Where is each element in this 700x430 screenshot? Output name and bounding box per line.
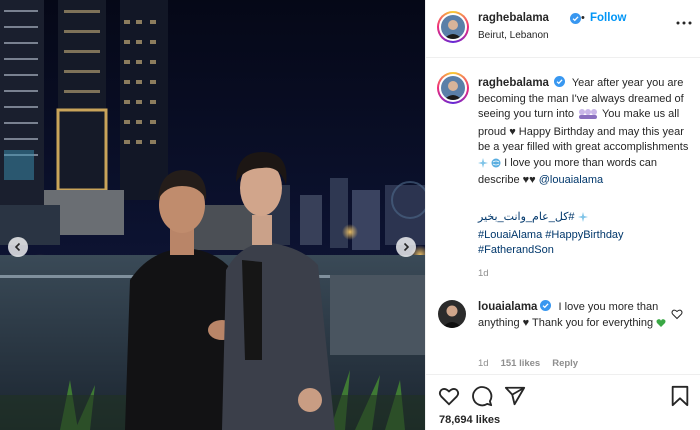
- like-count[interactable]: 78,694 likes: [439, 414, 500, 426]
- author-avatar[interactable]: [437, 11, 469, 43]
- globe-icon: [491, 158, 501, 174]
- black-heart-icon: ♥: [509, 125, 516, 138]
- chevron-left-icon: [14, 242, 21, 252]
- verified-badge-icon: [570, 13, 581, 24]
- caption-author-avatar[interactable]: [437, 72, 469, 104]
- header-separator: •: [581, 12, 585, 24]
- follow-button[interactable]: Follow: [590, 12, 626, 24]
- comment-text: louaialama I love you more than anything…: [478, 300, 668, 333]
- bookmark-icon[interactable]: [669, 385, 691, 407]
- author-username[interactable]: raghebalama: [478, 12, 549, 24]
- comment-likes[interactable]: 151 likes: [501, 358, 541, 369]
- commenter-avatar[interactable]: [438, 300, 466, 328]
- hashtag-link[interactable]: #LouaiAlama: [478, 229, 542, 241]
- hashtag-link[interactable]: #كل_عام_وانت_بخير: [478, 211, 575, 223]
- verified-badge-icon: [540, 300, 552, 311]
- mention-link[interactable]: @louaialama: [539, 174, 603, 186]
- post-photo[interactable]: [0, 0, 425, 430]
- post-actions-bar: 78,694 likes: [426, 374, 700, 430]
- black-hearts-icon: ♥♥: [522, 174, 536, 186]
- caption-timestamp[interactable]: 1d: [478, 268, 489, 279]
- photo-night-skyline-image: [0, 0, 425, 430]
- sparkle-icon: [577, 212, 588, 228]
- post-side-panel: raghebalama • Follow Beirut, Lebanon rag…: [425, 0, 700, 430]
- avatar-image: [441, 76, 465, 100]
- hashtag-link[interactable]: #FatherandSon: [478, 244, 554, 256]
- black-heart-icon: ♥: [522, 316, 530, 329]
- avatar-image: [441, 15, 465, 39]
- post-header: raghebalama • Follow Beirut, Lebanon: [426, 0, 700, 58]
- hashtag-link[interactable]: #HappyBirthday: [545, 229, 623, 241]
- comment-meta: 1d 151 likes Reply: [478, 358, 578, 369]
- family-emoji-icon: [577, 108, 599, 125]
- heart-icon[interactable]: [438, 385, 460, 407]
- caption-username[interactable]: raghebalama: [478, 77, 549, 89]
- avatar-image: [438, 300, 466, 328]
- sparkle-icon: [478, 157, 488, 174]
- instagram-post-view: raghebalama • Follow Beirut, Lebanon rag…: [0, 0, 700, 430]
- comment-timestamp[interactable]: 1d: [478, 358, 489, 369]
- caption-text: raghebalama Year after year you are beco…: [478, 76, 694, 189]
- comment-body-2: Thank you for everything: [532, 316, 654, 329]
- reply-button[interactable]: Reply: [552, 358, 578, 369]
- verified-badge-icon: [553, 76, 565, 87]
- share-icon[interactable]: [504, 385, 526, 407]
- next-image-button[interactable]: [396, 237, 416, 257]
- more-options-icon[interactable]: [676, 18, 692, 28]
- previous-image-button[interactable]: [8, 237, 28, 257]
- comment-icon[interactable]: [471, 385, 493, 407]
- commenter-username[interactable]: louaialama: [478, 301, 537, 313]
- post-location[interactable]: Beirut, Lebanon: [478, 30, 549, 41]
- green-heart-icon: [656, 318, 666, 334]
- hashtag-list: #كل_عام_وانت_بخير #LouaiAlama #HappyBirt…: [478, 210, 694, 259]
- chevron-right-icon: [403, 242, 410, 252]
- comment-like-heart-icon[interactable]: [671, 308, 683, 320]
